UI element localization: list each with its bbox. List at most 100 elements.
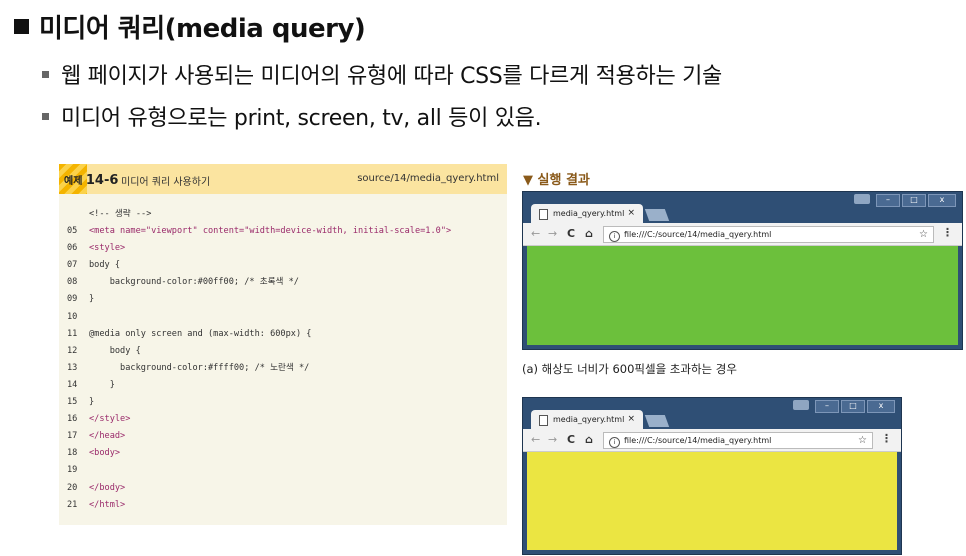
home-icon[interactable]: ⌂ — [585, 227, 593, 240]
close-window-button[interactable]: x — [867, 400, 895, 413]
code-text: <body> — [89, 448, 121, 459]
code-text: background-color:#ffff00; /* 노란색 */ — [89, 362, 310, 373]
code-line: <!-- 생략 --> — [67, 206, 451, 223]
line-number: 14 — [67, 379, 78, 390]
line-number: 05 — [67, 226, 78, 237]
info-icon[interactable]: i — [609, 437, 620, 448]
line-number: 19 — [67, 465, 78, 476]
line-number: 15 — [67, 397, 78, 408]
window-controls: – □ x — [854, 194, 956, 207]
browser-toolbar: ← → C ⌂ i file:///C:/source/14/media_qyer… — [523, 223, 962, 246]
code-text: </head> — [89, 431, 126, 442]
forward-icon[interactable]: → — [548, 227, 557, 240]
reload-icon[interactable]: C — [567, 433, 575, 446]
line-number: 10 — [67, 311, 78, 322]
minimize-button[interactable]: – — [815, 400, 839, 413]
code-text: <!-- 생략 --> — [89, 209, 152, 219]
line-number: 18 — [67, 448, 78, 459]
maximize-button[interactable]: □ — [902, 194, 926, 207]
line-number: 17 — [67, 431, 78, 442]
line-number: 06 — [67, 243, 78, 254]
line-number: 21 — [67, 499, 78, 510]
code-text: body { — [89, 345, 141, 356]
browser-tab[interactable]: media_qyery.html × — [531, 410, 643, 429]
forward-icon[interactable]: → — [548, 433, 557, 446]
new-tab-button[interactable] — [644, 209, 670, 221]
code-text: body { — [89, 260, 121, 271]
browser-window-wide: – □ x media_qyery.html × ← → C ⌂ i file:/… — [522, 191, 963, 350]
browser-window-narrow: – □ x media_qyery.html × ← → C ⌂ i file:/… — [522, 397, 902, 555]
minimize-button[interactable]: – — [876, 194, 900, 207]
code-line: 05 <meta name="viewport" content="width=d… — [67, 223, 451, 240]
code-text: </html> — [89, 499, 126, 510]
code-text: @media only screen and (max-width: 600px… — [89, 328, 312, 339]
code-line: 19 — [67, 462, 451, 479]
code-line: 15} — [67, 394, 451, 411]
page-icon — [539, 415, 548, 426]
window-controls: – □ x — [793, 400, 895, 413]
code-text: } — [89, 294, 95, 305]
profile-icon — [854, 194, 870, 204]
page-viewport — [527, 246, 958, 345]
code-line: 18 <body> — [67, 445, 451, 462]
browser-toolbar: ← → C ⌂ i file:///C:/source/14/media_qyer… — [523, 429, 901, 452]
address-bar[interactable]: i file:///C:/source/14/media_qyery.html ☆ — [603, 432, 873, 449]
result-caption: (a) 해상도 너비가 600픽셀을 초과하는 경우 — [522, 362, 737, 376]
info-icon[interactable]: i — [609, 231, 620, 242]
menu-icon[interactable]: ⋮ — [881, 432, 892, 445]
code-line: 08 background-color:#00ff00; /* 초록색 */ — [67, 274, 451, 291]
code-example-panel: 예제 14-6 미디어 쿼리 사용하기 source/14/media_qyer… — [59, 164, 507, 525]
code-text: } — [89, 379, 115, 390]
line-number: 08 — [67, 277, 78, 288]
page-icon — [539, 209, 548, 220]
code-line: 13 background-color:#ffff00; /* 노란색 */ — [67, 360, 451, 377]
line-number: 13 — [67, 362, 78, 373]
code-line: 09} — [67, 291, 451, 308]
result-label: ▼ 실행 결과 — [523, 173, 590, 188]
code-text: <meta name="viewport" content="width=dev… — [89, 226, 452, 237]
line-number: 11 — [67, 328, 78, 339]
back-icon[interactable]: ← — [531, 433, 540, 446]
bullet-icon — [42, 71, 49, 78]
bullet-item: 미디어 유형으로는 print, screen, tv, all 등이 있음. — [42, 100, 542, 132]
code-block: <!-- 생략 --> 05 <meta name="viewport" conte… — [67, 206, 451, 514]
code-line: 16 </style> — [67, 411, 451, 428]
slide-title: 미디어 쿼리(media query) — [14, 8, 366, 45]
line-number: 09 — [67, 294, 78, 305]
back-icon[interactable]: ← — [531, 227, 540, 240]
page-viewport — [527, 452, 897, 550]
browser-tab[interactable]: media_qyery.html × — [531, 204, 643, 223]
example-title: 미디어 쿼리 사용하기 — [121, 177, 211, 188]
code-text: background-color:#00ff00; /* 초록색 */ — [89, 277, 299, 288]
code-text: </body> — [89, 482, 126, 493]
square-bullet-icon — [14, 19, 29, 34]
star-icon[interactable]: ☆ — [919, 227, 928, 242]
example-source: source/14/media_qyery.html — [357, 173, 499, 184]
example-header: 예제 14-6 미디어 쿼리 사용하기 source/14/media_qyer… — [59, 164, 507, 194]
star-icon[interactable]: ☆ — [858, 433, 867, 448]
code-line: 17 </head> — [67, 428, 451, 445]
home-icon[interactable]: ⌂ — [585, 433, 593, 446]
code-line: 21 </html> — [67, 497, 451, 514]
reload-icon[interactable]: C — [567, 227, 575, 240]
line-number: 12 — [67, 345, 78, 356]
close-tab-icon[interactable]: × — [627, 208, 635, 218]
close-tab-icon[interactable]: × — [627, 414, 635, 424]
close-window-button[interactable]: x — [928, 194, 956, 207]
code-text: </style> — [89, 414, 131, 425]
new-tab-button[interactable] — [644, 415, 670, 427]
maximize-button[interactable]: □ — [841, 400, 865, 413]
code-line: 20 </body> — [67, 480, 451, 497]
code-text: <style> — [89, 243, 126, 254]
code-line: 06 <style> — [67, 240, 451, 257]
bullet-icon — [42, 113, 49, 120]
address-bar[interactable]: i file:///C:/source/14/media_qyery.html ☆ — [603, 226, 934, 243]
example-label: 예제 14-6 — [64, 173, 119, 188]
code-line: 07 body { — [67, 257, 451, 274]
bullet-item: 웹 페이지가 사용되는 미디어의 유형에 따라 CSS를 다르게 적용하는 기술 — [42, 58, 722, 90]
code-line: 10 — [67, 309, 451, 326]
profile-icon — [793, 400, 809, 410]
code-line: 14 } — [67, 377, 451, 394]
line-number: 07 — [67, 260, 78, 271]
menu-icon[interactable]: ⋮ — [942, 226, 953, 239]
